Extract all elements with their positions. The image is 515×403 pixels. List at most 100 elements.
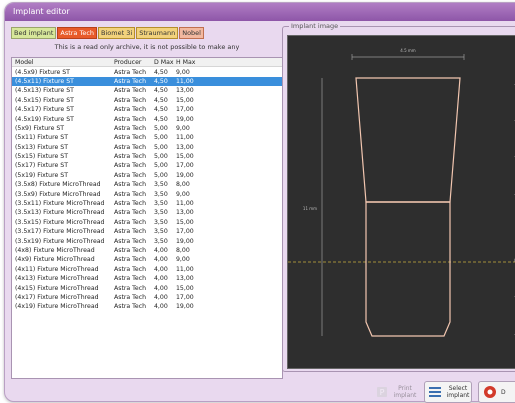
row-producer-cell: Astra Tech [114,190,147,198]
row-hmax-cell: 17,00 [176,228,194,236]
tab-astra-tech[interactable]: Astra Tech [57,27,98,39]
row-dmax-cell: 3,50 [154,200,168,208]
row-dmax-cell: 4,50 [154,87,168,95]
delete-implant-button[interactable]: D [478,381,515,403]
row-hmax-cell: 17,00 [176,162,194,170]
row-producer-cell: Astra Tech [114,96,147,104]
table-row[interactable]: (4x19) Fixture MicroThread Astra Tech 4,00… [12,302,282,311]
list-select-icon [428,384,442,400]
row-hmax-cell: 13,00 [176,143,194,151]
table-row[interactable]: (4.5x9) Fixture ST Astra Tech 4,50 9,00 [12,67,282,76]
row-dmax-cell: 3,50 [154,228,168,236]
table-row[interactable]: (4.5x13) Fixture ST Astra Tech 4,50 13,00 [12,86,282,95]
table-row[interactable]: (4.5x15) Fixture ST Astra Tech 4,50 15,00 [12,96,282,105]
table-row[interactable]: (5x11) Fixture ST Astra Tech 5,00 11,00 [12,133,282,142]
table-row[interactable]: (4x13) Fixture MicroThread Astra Tech 4,00… [12,274,282,283]
table-row[interactable]: (3.5x15) Fixture MicroThread Astra Tech 3,… [12,218,282,227]
table-row[interactable]: (3.5x17) Fixture MicroThread Astra Tech 3,… [12,227,282,236]
table-row[interactable]: (4x15) Fixture MicroThread Astra Tech 4,00… [12,283,282,292]
row-producer-cell: Astra Tech [114,293,147,301]
row-dmax-cell: 3,50 [154,237,168,245]
row-hmax-cell: 19,00 [176,171,194,179]
print-implant-button[interactable]: P Print implant [372,381,418,403]
tab-bed-implant[interactable]: Bed implant [11,27,57,39]
select-implant-button[interactable]: Select implant [424,381,472,403]
row-hmax-cell: 9,00 [176,190,190,198]
implant-lower-outline [365,201,451,337]
row-model-cell: (4x17) Fixture MicroThread [15,293,99,301]
row-hmax-cell: 11,00 [176,200,194,208]
row-dmax-cell: 4,00 [154,247,168,254]
row-model-cell: (4.5x15) Fixture ST [15,96,74,104]
row-model-cell: (3.5x17) Fixture MicroThread [15,228,105,236]
row-model-cell: (4x15) Fixture MicroThread [15,284,99,292]
column-header-model[interactable]: Model [12,59,114,66]
row-dmax-cell: 4,50 [154,106,168,114]
row-producer-cell: Astra Tech [114,115,147,123]
table-row[interactable]: (3.5x13) Fixture MicroThread Astra Tech 3,… [12,208,282,217]
row-hmax-cell: 13,00 [176,87,194,95]
row-model-cell: (4x8) Fixture MicroThread [15,247,95,254]
row-dmax-cell: 4,50 [154,115,168,123]
row-producer-cell: Astra Tech [114,153,147,161]
select-implant-label: Select implant [446,385,470,399]
row-hmax-cell: 9,00 [176,124,190,132]
row-model-cell: (5x17) Fixture ST [15,162,68,170]
row-producer-cell: Astra Tech [114,284,147,292]
table-row[interactable]: (4.5x17) Fixture ST Astra Tech 4,50 17,00 [12,105,282,114]
table-row[interactable]: (3.5x11) Fixture MicroThread Astra Tech 3,… [12,199,282,208]
row-hmax-cell: 11,00 [176,265,194,273]
implant-table[interactable]: Model Producer D Max H Max (4.5x9) Fixtu… [11,57,283,379]
row-hmax-cell: 11,00 [176,134,194,142]
row-model-cell: (5x11) Fixture ST [15,134,68,142]
table-row[interactable]: (5x9) Fixture ST Astra Tech 5,00 9,00 [12,124,282,133]
table-row[interactable]: (4.5x11) Fixture ST Astra Tech 4,50 11,00 [12,76,282,87]
row-hmax-cell: 15,00 [176,96,194,104]
row-hmax-cell: 9,00 [176,68,190,76]
read-only-notice: This is a read only archive, it is not p… [54,43,240,51]
printer-icon: P [375,384,389,400]
row-hmax-cell: 13,00 [176,209,194,217]
row-producer-cell: Astra Tech [114,218,147,226]
table-row[interactable]: (3.5x9) Fixture MicroThread Astra Tech 3,5… [12,189,282,198]
row-dmax-cell: 4,00 [154,265,168,273]
implant-upper-outline [355,77,461,203]
row-producer-cell: Astra Tech [114,171,147,179]
table-row[interactable]: (4x8) Fixture MicroThread Astra Tech 4,00 8… [12,246,282,255]
row-hmax-cell: 17,00 [176,293,194,301]
column-header-producer[interactable]: Producer [114,59,154,66]
table-row[interactable]: (3.5x19) Fixture MicroThread Astra Tech 3,… [12,236,282,245]
row-dmax-cell: 4,00 [154,256,168,264]
row-producer-cell: Astra Tech [114,247,147,254]
table-header: Model Producer D Max H Max [12,58,282,68]
row-model-cell: (3.5x19) Fixture MicroThread [15,237,105,245]
table-row[interactable]: (4x9) Fixture MicroThread Astra Tech 4,00 9… [12,255,282,264]
tab-straumann[interactable]: Straumann [136,27,179,39]
table-row[interactable]: (5x19) Fixture ST Astra Tech 5,00 19,00 [12,171,282,180]
row-model-cell: (5x15) Fixture ST [15,153,68,161]
table-row[interactable]: (3.5x8) Fixture MicroThread Astra Tech 3,5… [12,180,282,189]
row-dmax-cell: 5,00 [154,162,168,170]
row-model-cell: (3.5x11) Fixture MicroThread [15,200,105,208]
tab-nobel[interactable]: Nobel [179,27,204,39]
row-producer-cell: Astra Tech [114,162,147,170]
table-row[interactable]: (4.5x19) Fixture ST Astra Tech 4,50 19,00 [12,114,282,123]
row-producer-cell: Astra Tech [114,181,147,189]
column-header-hmax[interactable]: H Max [176,59,216,66]
row-dmax-cell: 4,50 [154,68,168,76]
tab-biomet-3i[interactable]: Biomet 3i [98,27,136,39]
row-dmax-cell: 3,50 [154,209,168,217]
delete-implant-label: D [501,388,506,396]
column-header-dmax[interactable]: D Max [154,59,176,66]
table-row[interactable]: (5x13) Fixture ST Astra Tech 5,00 13,00 [12,143,282,152]
table-row[interactable]: (4x17) Fixture MicroThread Astra Tech 4,00… [12,293,282,302]
row-model-cell: (4.5x9) Fixture ST [15,68,70,76]
table-row[interactable]: (4x11) Fixture MicroThread Astra Tech 4,00… [12,265,282,274]
row-hmax-cell: 19,00 [176,237,194,245]
row-hmax-cell: 8,00 [176,247,190,254]
row-producer-cell: Astra Tech [114,124,147,132]
row-model-cell: (3.5x13) Fixture MicroThread [15,209,105,217]
table-row[interactable]: (5x15) Fixture ST Astra Tech 5,00 15,00 [12,152,282,161]
row-producer-cell: Astra Tech [114,143,147,151]
table-row[interactable]: (5x17) Fixture ST Astra Tech 5,00 17,00 [12,161,282,170]
